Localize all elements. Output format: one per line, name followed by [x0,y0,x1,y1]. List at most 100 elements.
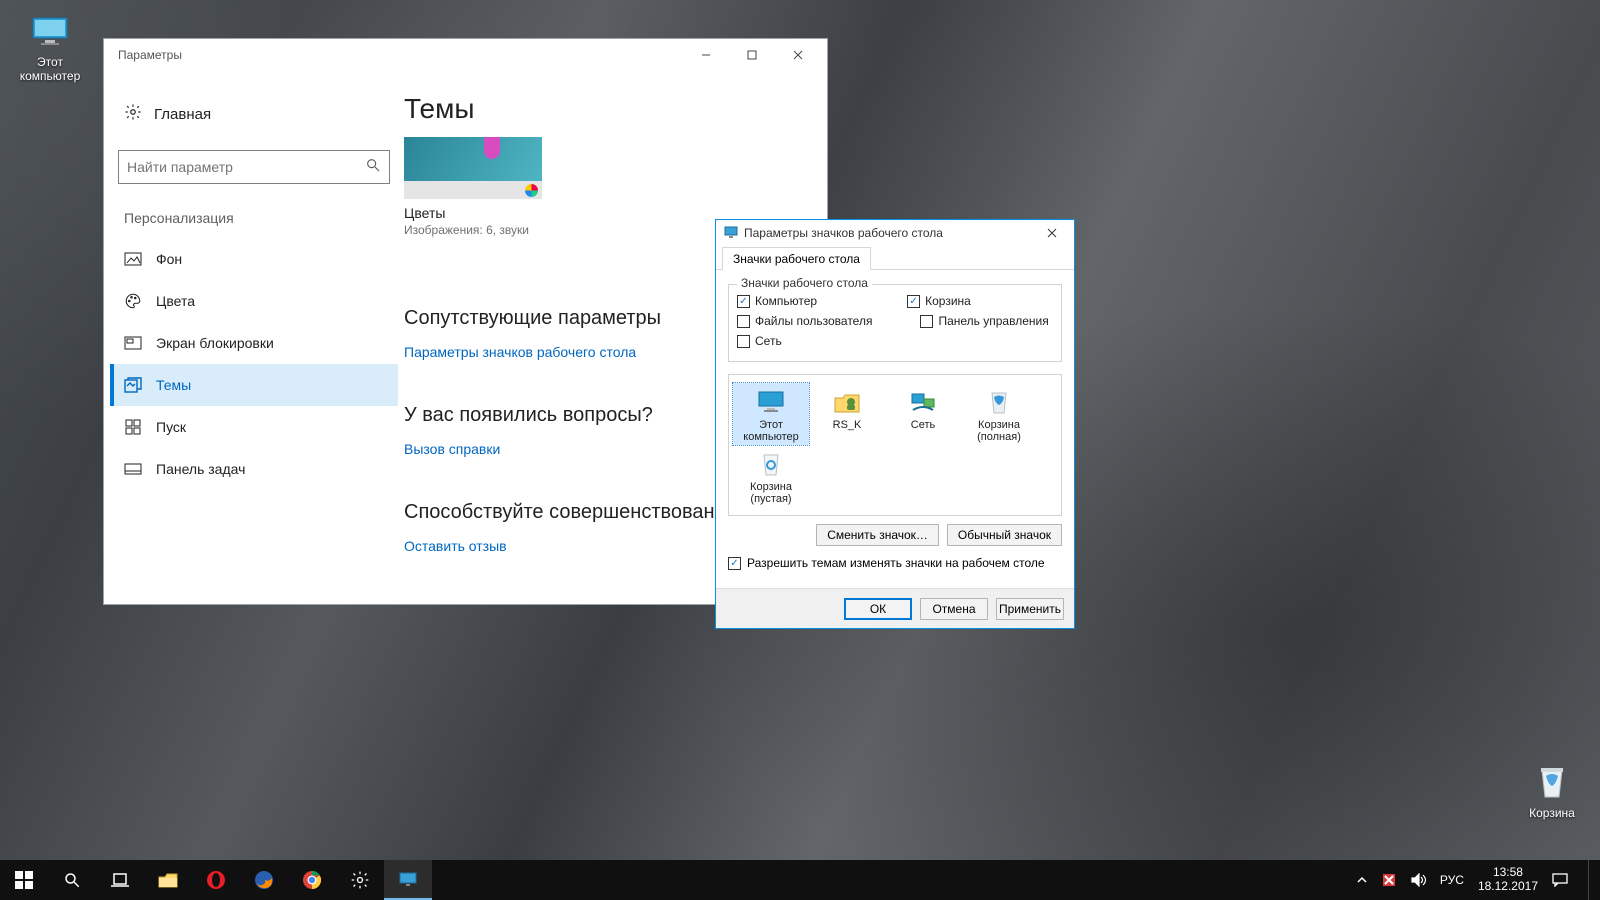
icon-label: RS_K [809,419,885,431]
theme-meta: Изображения: 6, звуки [404,221,542,237]
recycle-bin-empty-icon [733,447,809,481]
recycle-bin-icon [1514,761,1590,803]
checkbox-recycle-bin[interactable]: ✓Корзина [907,294,971,308]
sidebar-item-start[interactable]: Пуск [110,406,398,448]
palette-icon [124,292,142,310]
image-icon [124,250,142,268]
desktop-icon-this-pc[interactable]: Этот компьютер [12,10,88,83]
search-icon [365,157,381,178]
feedback-link[interactable]: Оставить отзыв [404,538,507,554]
settings-search[interactable] [118,150,390,184]
tray-language[interactable]: РУС [1440,873,1464,887]
allow-themes-label: Разрешить темам изменять значки на рабоч… [747,556,1045,570]
taskbar-taskview[interactable] [96,860,144,900]
icons-fieldset: Значки рабочего стола ✓Компьютер ✓Корзин… [728,284,1062,362]
icon-preview-bin-full[interactable]: Корзина (полная) [961,383,1037,445]
sidebar-home[interactable]: Главная [110,93,398,136]
taskbar-icon [124,460,142,478]
sidebar-item-label: Пуск [156,419,186,435]
apply-button[interactable]: Применить [996,598,1064,620]
dialog-footer: ОК Отмена Применить [716,588,1074,628]
minimize-button[interactable] [683,39,729,71]
checkbox-allow-themes[interactable]: ✓ [728,557,741,570]
settings-titlebar[interactable]: Параметры [104,39,827,71]
checkbox-user-files[interactable]: Файлы пользователя [737,314,872,328]
checkbox-label: Сеть [755,334,782,348]
desktop-icon-label: Корзина [1514,806,1590,820]
get-help-link[interactable]: Вызов справки [404,441,500,457]
dialog-close-button[interactable] [1038,223,1066,243]
show-desktop-button[interactable] [1588,860,1594,900]
desktop: Этот компьютер Корзина Параметры Главная [0,0,1600,900]
checkbox-computer[interactable]: ✓Компьютер [737,294,817,308]
icon-preview-computer[interactable]: Этот компьютер [733,383,809,445]
checkbox-control-panel[interactable]: Панель управления [920,314,1048,328]
dialog-tab-icons[interactable]: Значки рабочего стола [722,247,871,270]
tray-clock[interactable]: 13:58 18.12.2017 [1478,866,1538,894]
sidebar-item-lockscreen[interactable]: Экран блокировки [110,322,398,364]
theme-name: Цветы [404,199,542,221]
icon-label: Корзина (пустая) [733,481,809,505]
sidebar-item-label: Цвета [156,293,195,309]
sidebar-item-colors[interactable]: Цвета [110,280,398,322]
theme-preview [404,137,542,181]
taskbar-active-app[interactable] [384,860,432,900]
page-title: Темы [404,93,827,137]
start-button[interactable] [0,860,48,900]
sidebar-item-label: Фон [156,251,182,267]
checkbox-label: Корзина [925,294,971,308]
maximize-button[interactable] [729,39,775,71]
taskbar-settings[interactable] [336,860,384,900]
restore-default-button[interactable]: Обычный значок [947,524,1062,546]
taskbar-search[interactable] [48,860,96,900]
sidebar-item-taskbar[interactable]: Панель задач [110,448,398,490]
sidebar-section-label: Персонализация [110,204,398,238]
icon-preview-user[interactable]: RS_K [809,383,885,445]
color-wheel-icon [525,184,538,197]
taskbar-chrome[interactable] [288,860,336,900]
dialog-title: Параметры значков рабочего стола [744,226,943,240]
dialog-tabs: Значки рабочего стола [716,246,1074,270]
change-icon-button[interactable]: Сменить значок… [816,524,939,546]
desktop-icon-label: Этот компьютер [12,55,88,83]
close-button[interactable] [775,39,821,71]
monitor-icon [724,226,738,241]
icon-label: Этот компьютер [733,419,809,443]
ok-button[interactable]: ОК [844,598,912,620]
icon-label: Сеть [885,419,961,431]
sidebar-item-label: Темы [156,377,191,393]
checkbox-label: Файлы пользователя [755,314,872,328]
recycle-bin-full-icon [961,385,1037,419]
tray-action-center-icon[interactable] [1552,873,1568,887]
system-tray: РУС 13:58 18.12.2017 [1356,860,1600,900]
icon-preview-network[interactable]: Сеть [885,383,961,445]
icon-preview-box: Этот компьютер RS_K Сеть Корзина (полная… [728,374,1062,516]
tray-volume-icon[interactable] [1410,873,1426,887]
checkbox-label: Панель управления [938,314,1048,328]
desktop-icon-recycle-bin[interactable]: Корзина [1514,761,1590,820]
theme-colorbar [404,181,542,199]
theme-tile[interactable]: Цветы Изображения: 6, звуки [404,137,542,237]
search-input[interactable] [127,159,365,175]
sidebar-item-themes[interactable]: Темы [110,364,398,406]
icon-preview-bin-empty[interactable]: Корзина (пустая) [733,445,809,507]
pc-icon [733,385,809,419]
sidebar-item-background[interactable]: Фон [110,238,398,280]
tray-security-icon[interactable] [1382,873,1396,887]
checkbox-network[interactable]: Сеть [737,334,782,348]
taskbar-explorer[interactable] [144,860,192,900]
cancel-button[interactable]: Отмена [920,598,988,620]
themes-icon [124,376,142,394]
sidebar-item-label: Панель задач [156,461,245,477]
dialog-titlebar[interactable]: Параметры значков рабочего стола [716,220,1074,246]
tray-time: 13:58 [1478,866,1538,880]
desktop-icon-settings-link[interactable]: Параметры значков рабочего стола [404,344,636,360]
taskbar-firefox[interactable] [240,860,288,900]
taskbar-opera[interactable] [192,860,240,900]
settings-sidebar: Главная Персонализация Фон Цвета Э [104,71,404,604]
fieldset-legend: Значки рабочего стола [737,276,872,290]
tray-date: 18.12.2017 [1478,880,1538,894]
tray-chevron-up-icon[interactable] [1356,874,1368,886]
lockscreen-icon [124,334,142,352]
taskbar: РУС 13:58 18.12.2017 [0,860,1600,900]
